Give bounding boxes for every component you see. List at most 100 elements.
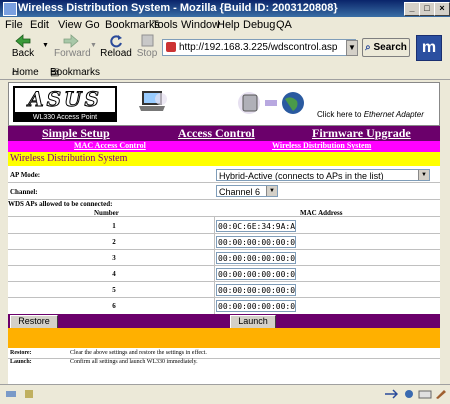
url-field[interactable]: http://192.168.3.225/wdscontrol.asp bbox=[162, 39, 356, 56]
laptop-icon bbox=[139, 91, 167, 111]
help-text: Confirm all settings and launch WL330 im… bbox=[70, 359, 198, 365]
maximize-button[interactable]: □ bbox=[419, 2, 435, 16]
offline-icon[interactable] bbox=[4, 389, 18, 399]
back-dropdown-icon[interactable]: ▼ bbox=[42, 42, 49, 49]
mail-icon[interactable] bbox=[418, 389, 432, 399]
row-number: 6 bbox=[112, 302, 116, 310]
menu-tools[interactable]: Tools bbox=[152, 19, 178, 31]
url-text: http://192.168.3.225/wdscontrol.asp bbox=[179, 42, 338, 53]
stop-label: Stop bbox=[136, 48, 158, 59]
subtab-mac-access-control[interactable]: MAC Access Control bbox=[74, 141, 146, 150]
mozilla-app-icon bbox=[3, 2, 17, 16]
ap-mode-value: Hybrid-Active (connects to APs in the li… bbox=[219, 171, 384, 181]
action-bar: Restore Launch bbox=[8, 314, 440, 329]
restore-button[interactable]: Restore bbox=[10, 315, 58, 329]
reload-label: Reload bbox=[100, 48, 132, 59]
personal-toolbar: ⌂ Home ▤ Bookmarks bbox=[0, 63, 450, 80]
sub-tabs: MAC Access Control Wireless Distribution… bbox=[8, 141, 440, 152]
chevron-down-icon: ▼ bbox=[266, 186, 277, 196]
search-label: Search bbox=[373, 42, 407, 53]
forward-dropdown-icon[interactable]: ▼ bbox=[90, 42, 97, 49]
help-row-launch: Launch: Confirm all settings and launch … bbox=[8, 359, 440, 367]
page-content: ASUS WL330 Access Point Click here to Et… bbox=[8, 82, 440, 384]
url-dropdown-icon[interactable]: ▼ bbox=[346, 40, 358, 56]
status-bar bbox=[0, 384, 450, 404]
title-bar: Wireless Distribution System - Mozilla {… bbox=[0, 0, 450, 17]
row-number: 1 bbox=[112, 222, 116, 230]
menu-go[interactable]: Go bbox=[85, 19, 100, 31]
menu-debug[interactable]: Debug bbox=[243, 19, 275, 31]
reload-icon bbox=[110, 35, 122, 48]
minimize-button[interactable]: _ bbox=[404, 2, 420, 16]
divider bbox=[8, 281, 440, 282]
reload-button[interactable]: Reload bbox=[100, 34, 132, 59]
mac-address-input[interactable]: 00:00:00:00:00:00 bbox=[216, 252, 296, 264]
vertical-scrollbar[interactable] bbox=[440, 82, 450, 384]
navigation-toolbar: Back ▼ Forward ▼ Reload Stop http://192.… bbox=[0, 33, 450, 64]
row-number: 2 bbox=[112, 238, 116, 246]
help-key: Restore: bbox=[10, 350, 32, 356]
menu-file[interactable]: File bbox=[5, 19, 23, 31]
channel-select[interactable]: Channel 6 ▼ bbox=[216, 185, 278, 197]
click-hint-text: Click here to bbox=[317, 110, 362, 119]
row-number: 3 bbox=[112, 254, 116, 262]
stop-icon bbox=[141, 34, 154, 47]
home-label: Home bbox=[12, 67, 39, 78]
model-label: WL330 Access Point bbox=[13, 113, 117, 122]
channel-value: Channel 6 bbox=[219, 187, 261, 197]
divider bbox=[8, 216, 440, 217]
main-tabs: Simple Setup Access Control Firmware Upg… bbox=[8, 126, 440, 141]
separator-band bbox=[8, 328, 440, 348]
connection-icon[interactable] bbox=[384, 389, 398, 399]
help-text: Clear the above settings and restore the… bbox=[70, 350, 207, 356]
forward-label: Forward bbox=[54, 48, 91, 59]
back-arrow-icon bbox=[15, 34, 31, 48]
divider bbox=[8, 233, 440, 234]
forward-button[interactable]: Forward bbox=[54, 34, 91, 59]
tab-firmware-upgrade[interactable]: Firmware Upgrade bbox=[312, 126, 411, 141]
wds-list-label: WDS APs allowed to be connected: bbox=[8, 200, 113, 208]
menu-help[interactable]: Help bbox=[217, 19, 240, 31]
forward-arrow-icon bbox=[63, 34, 79, 48]
launch-button[interactable]: Launch bbox=[230, 315, 276, 329]
mac-address-input[interactable]: 00:00:00:00:00:00 bbox=[216, 236, 296, 248]
menu-view[interactable]: View bbox=[58, 19, 82, 31]
channel-label: Channel: bbox=[10, 188, 38, 196]
navigator-icon[interactable] bbox=[402, 389, 416, 399]
menu-edit[interactable]: Edit bbox=[30, 19, 49, 31]
composer-icon[interactable] bbox=[434, 389, 448, 399]
help-row-restore: Restore: Clear the above settings and re… bbox=[8, 350, 440, 359]
tab-access-control[interactable]: Access Control bbox=[178, 126, 255, 141]
ethernet-adapter-icon[interactable] bbox=[237, 89, 307, 117]
mac-address-input[interactable]: 00:00:00:00:00:00 bbox=[216, 268, 296, 280]
mac-address-input[interactable]: 00:00:00:00:00:00 bbox=[216, 284, 296, 296]
divider bbox=[8, 182, 440, 183]
menu-bar: File Edit View Go Bookmarks Tools Window… bbox=[0, 17, 450, 33]
header-logo-bar: ASUS WL330 Access Point Click here to Et… bbox=[8, 82, 440, 126]
row-number: 4 bbox=[112, 270, 116, 278]
chevron-down-icon: ▼ bbox=[418, 170, 429, 180]
tab-simple-setup[interactable]: Simple Setup bbox=[42, 126, 110, 141]
subtab-wireless-distribution-system[interactable]: Wireless Distribution System bbox=[272, 141, 371, 150]
bookmarks-label: Bookmarks bbox=[50, 67, 101, 78]
ap-mode-label: AP Mode: bbox=[10, 171, 41, 179]
asus-logo: ASUS bbox=[13, 86, 117, 114]
mozilla-throbber-icon[interactable]: m bbox=[416, 35, 442, 61]
mac-address-input[interactable]: 00:0C:6E:34:9A:AE bbox=[216, 220, 296, 232]
row-number: 5 bbox=[112, 286, 116, 294]
menu-window[interactable]: Window bbox=[181, 19, 220, 31]
site-favicon-icon bbox=[166, 42, 176, 52]
search-icon: ⌕ bbox=[365, 42, 371, 53]
mac-address-input[interactable]: 00:00:00:00:00:00 bbox=[216, 300, 296, 312]
divider bbox=[8, 265, 440, 266]
back-label: Back bbox=[11, 48, 35, 59]
menu-qa[interactable]: QA bbox=[276, 19, 292, 31]
back-button[interactable]: Back bbox=[8, 34, 38, 59]
security-icon bbox=[25, 390, 33, 398]
stop-button[interactable]: Stop bbox=[132, 34, 162, 59]
close-button[interactable]: × bbox=[434, 2, 450, 16]
section-title: Wireless Distribution System bbox=[8, 152, 440, 166]
ap-mode-select[interactable]: Hybrid-Active (connects to APs in the li… bbox=[216, 169, 430, 181]
search-button[interactable]: ⌕ Search bbox=[362, 38, 410, 57]
ethernet-adapter-link[interactable]: Click here to Ethernet Adapter bbox=[317, 110, 424, 119]
